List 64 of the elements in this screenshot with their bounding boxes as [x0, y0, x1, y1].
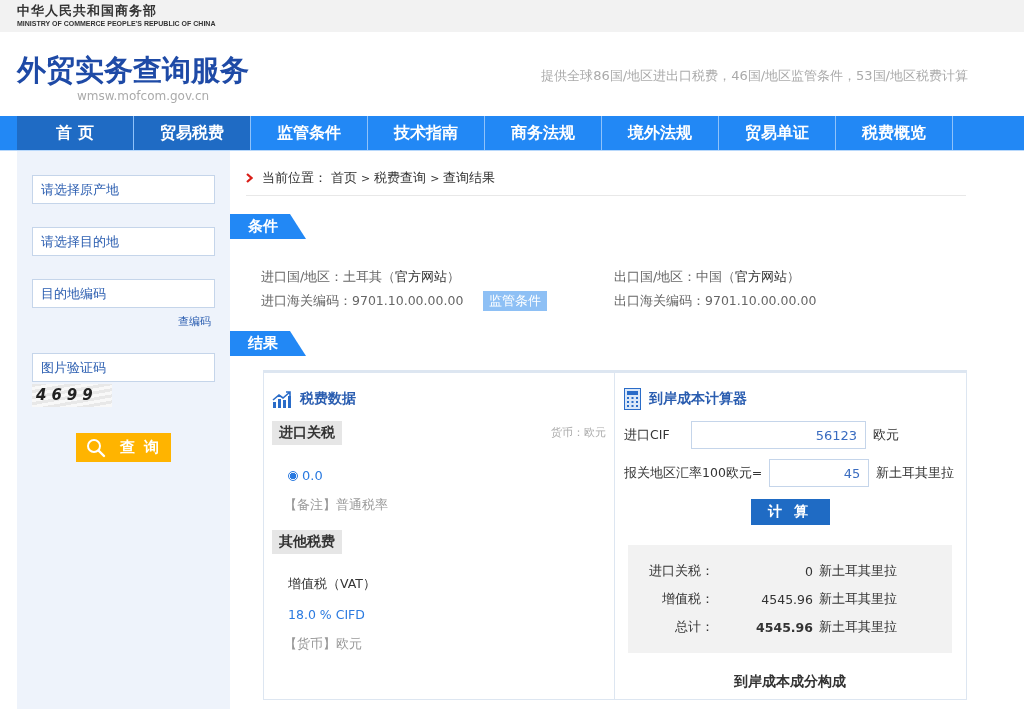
breadcrumb-link[interactable]: 税费查询: [374, 169, 427, 187]
rate-note: 【备注】普通税率: [284, 497, 389, 514]
summary-value: 4545.96: [760, 591, 814, 607]
lookup-code-link[interactable]: 查编码: [178, 315, 211, 328]
code-field[interactable]: 目的地编码: [32, 279, 215, 308]
nav-tab[interactable]: 税费概览: [836, 116, 953, 150]
official-site-link[interactable]: 官方网站: [735, 268, 788, 284]
calculator-icon: [624, 388, 641, 410]
chevron-icon: [246, 173, 253, 183]
export-country: 出口国/地区：中国（官方网站）: [614, 268, 801, 286]
section-heading: 条件: [230, 214, 306, 239]
panel-title: 税费数据: [300, 390, 356, 408]
export-code: 出口海关编码：9701.10.00.00.00: [614, 292, 817, 310]
site-domain: wmsw.mofcom.gov.cn: [77, 89, 211, 103]
exchange-rate-field[interactable]: 45: [769, 459, 870, 487]
breadcrumb-link[interactable]: 查询结果: [443, 169, 496, 187]
breadcrumb-link[interactable]: 首页: [331, 169, 357, 187]
exchange-rate-label: 报关地区汇率100欧元=: [624, 464, 763, 482]
summary-value: 4545.96: [755, 619, 814, 635]
summary-unit: 新土耳其里拉: [819, 590, 897, 608]
summary-label: 进口关税：: [648, 562, 714, 580]
vat-currency: 【货币】欧元: [284, 636, 363, 653]
import-country: 进口国/地区：土耳其（官方网站）: [261, 268, 461, 286]
nav-tab[interactable]: 境外法规: [602, 116, 719, 150]
summary-unit: 新土耳其里拉: [819, 618, 897, 636]
nav-tab[interactable]: 首 页: [17, 116, 134, 150]
nav-tab[interactable]: 贸易单证: [719, 116, 836, 150]
breadcrumb-separator: >: [361, 171, 371, 185]
currency-note: 货币：欧元: [551, 426, 606, 440]
calculate-button[interactable]: 计 算: [750, 499, 830, 525]
vat-name: 增值税（VAT）: [288, 576, 377, 593]
summary-unit: 新土耳其里拉: [819, 562, 897, 580]
nav-tab[interactable]: 监管条件: [251, 116, 368, 150]
site-tagline: 提供全球86国/地区进出口税费，46国/地区监管条件，53国/地区税费计算: [541, 67, 968, 85]
site-title: 外贸实务查询服务: [17, 52, 249, 89]
section-tag: 其他税费: [272, 530, 342, 554]
breadcrumb-label: 当前位置：: [262, 169, 327, 187]
chart-icon: [272, 390, 292, 408]
summary-label: 增值税：: [661, 590, 714, 608]
summary-value: 0: [804, 563, 814, 579]
import-code: 进口海关编码：9701.10.00.00.00: [261, 292, 464, 310]
nav-tab[interactable]: 技术指南: [368, 116, 485, 150]
destination-field[interactable]: 请选择目的地: [32, 227, 215, 256]
official-site-link[interactable]: 官方网站: [395, 268, 448, 284]
captcha-field[interactable]: 图片验证码: [32, 353, 215, 382]
cif-label: 进口CIF: [624, 426, 671, 444]
cif-unit: 欧元: [873, 426, 899, 444]
summary-label: 总计：: [674, 618, 714, 636]
panel-title: 到岸成本计算器: [649, 390, 747, 408]
search-icon: [85, 437, 106, 458]
exchange-rate-unit: 新土耳其里拉: [876, 464, 955, 482]
composition-title: 到岸成本成分构成: [733, 673, 847, 691]
ministry-name: 中华人民共和国商务部: [17, 3, 158, 19]
section-heading: 结果: [230, 331, 306, 356]
origin-field[interactable]: 请选择原产地: [32, 175, 215, 204]
nav-tab[interactable]: 商务法规: [485, 116, 602, 150]
section-tag: 进口关税: [272, 421, 342, 445]
vat-rate: 18.0 % CIFD: [288, 607, 366, 622]
breadcrumb-separator: >: [430, 171, 440, 185]
cif-field[interactable]: 56123: [691, 421, 866, 449]
radio-button[interactable]: [288, 470, 298, 481]
nav-tab[interactable]: 贸易税费: [134, 116, 251, 150]
rate-option[interactable]: 0.0: [288, 468, 606, 483]
captcha-image: 4699: [32, 384, 112, 407]
